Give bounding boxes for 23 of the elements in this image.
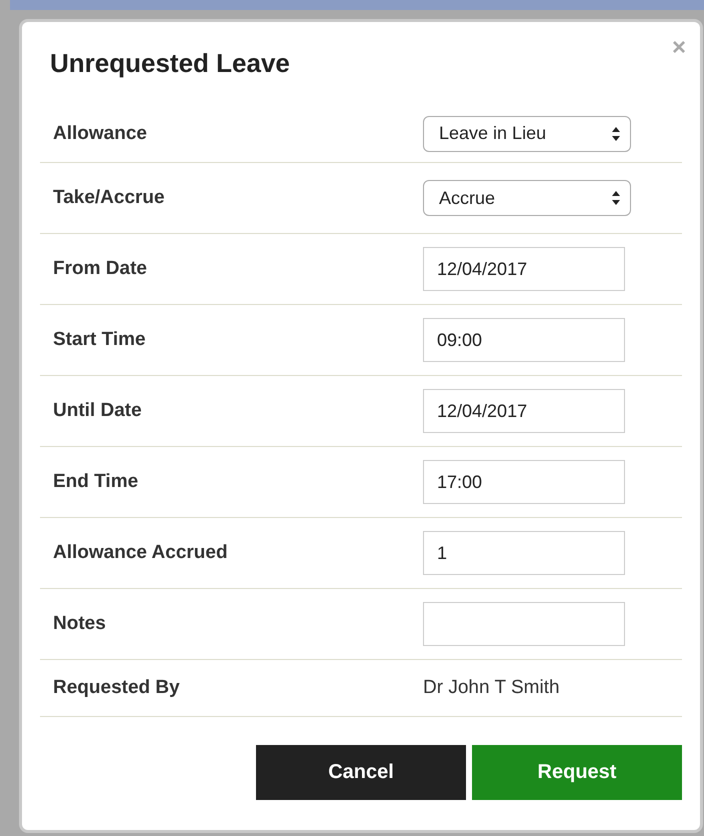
field-label: From Date <box>53 258 148 280</box>
dropdown[interactable]: Leave in Lieu <box>423 116 631 152</box>
request-button[interactable]: Request <box>472 745 682 800</box>
input-field[interactable]: 12/04/2017 <box>423 247 625 291</box>
up-down-arrows-icon <box>612 126 620 140</box>
up-down-arrows-icon <box>612 191 620 205</box>
input-field[interactable]: 12/04/2017 <box>423 389 625 433</box>
dropdown[interactable]: Accrue <box>423 180 631 216</box>
field-label: Until Date <box>53 400 143 422</box>
field-label: End Time <box>53 471 140 493</box>
input-field[interactable]: 09:00 <box>423 318 625 362</box>
field-value: Dr John T Smith <box>423 677 560 699</box>
field-label: Allowance <box>53 122 148 144</box>
input-field[interactable]: 1 <box>423 531 625 575</box>
cancel-button[interactable]: Cancel <box>256 745 466 800</box>
input-field[interactable] <box>423 602 625 646</box>
dialog-title: Unrequested Leave <box>50 48 291 79</box>
field-label: Notes <box>53 613 107 635</box>
field-label: Take/Accrue <box>53 187 166 209</box>
input-field[interactable]: 17:00 <box>423 460 625 504</box>
field-label: Requested By <box>53 677 181 699</box>
field-label: Start Time <box>53 329 147 351</box>
field-label: Allowance Accrued <box>53 542 229 564</box>
